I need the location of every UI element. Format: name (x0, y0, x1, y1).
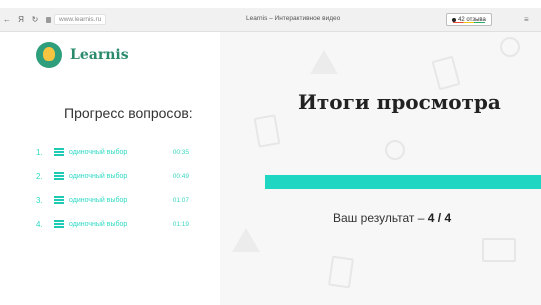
menu-icon[interactable]: ≡ (524, 15, 529, 24)
question-number: 3. (36, 195, 43, 205)
question-type: одиночный выбор (69, 148, 128, 156)
question-item-3[interactable]: 3. одиночный выбор 01:07 (36, 188, 216, 212)
dot-icon (452, 17, 457, 22)
question-type: одиночный выбор (69, 172, 128, 180)
question-time: 01:07 (172, 196, 189, 204)
question-time: 00:49 (172, 172, 189, 180)
reload-button[interactable]: ↻ (28, 15, 42, 24)
progress-title: Прогресс вопросов: (64, 105, 193, 121)
score-label: Ваш результат – (333, 211, 425, 225)
browser-toolbar: ← Я ↻ www.learnis.ru Learnis – Интеракти… (0, 8, 541, 32)
list-icon (54, 172, 64, 180)
yandex-icon[interactable]: Я (14, 15, 28, 24)
monitor-decoration (482, 238, 516, 262)
list-icon (54, 148, 64, 156)
results-panel: Итоги просмотра Ваш результат – 4 / 4 (220, 32, 541, 305)
question-item-1[interactable]: 1. одиночный выбор 00:35 (36, 140, 216, 164)
list-icon (54, 220, 64, 228)
lock-icon (46, 16, 51, 23)
tab-title: Learnis – Интерактивное видео (246, 15, 341, 22)
triangle-decoration (310, 50, 338, 74)
results-title: Итоги просмотра (298, 90, 501, 114)
list-icon (54, 196, 64, 204)
score-line: Ваш результат – 4 / 4 (333, 211, 451, 225)
question-list: 1. одиночный выбор 00:35 2. одиночный вы… (36, 140, 216, 236)
rating-underline (453, 22, 485, 23)
question-number: 1. (36, 147, 43, 157)
question-item-4[interactable]: 4. одиночный выбор 01:19 (36, 212, 216, 236)
question-number: 4. (36, 219, 43, 229)
sidebar: Learnis Прогресс вопросов: 1. одиночный … (0, 32, 220, 305)
circle-decoration (385, 140, 405, 160)
book-decoration (253, 114, 281, 148)
score-value: 4 / 4 (427, 211, 452, 225)
ruler-decoration (232, 228, 260, 252)
question-type: одиночный выбор (69, 220, 128, 228)
reviews-badge[interactable]: 42 отзыва (446, 13, 492, 26)
progress-bar (265, 175, 541, 189)
question-type: одиночный выбор (69, 196, 128, 204)
brand-name: Learnis (70, 47, 129, 63)
caption-strip (0, 0, 541, 8)
paper-decoration (431, 55, 461, 91)
lightbulb-icon (36, 42, 62, 68)
url-text: www.learnis.ru (54, 14, 107, 25)
question-number: 2. (36, 171, 43, 181)
back-button[interactable]: ← (0, 15, 14, 24)
question-time: 00:35 (172, 148, 189, 156)
circle-decoration (500, 37, 520, 57)
address-bar[interactable]: www.learnis.ru (46, 14, 107, 25)
notebook-decoration (328, 255, 354, 289)
question-time: 01:19 (172, 220, 189, 228)
logo[interactable]: Learnis (36, 42, 129, 68)
question-item-2[interactable]: 2. одиночный выбор 00:49 (36, 164, 216, 188)
